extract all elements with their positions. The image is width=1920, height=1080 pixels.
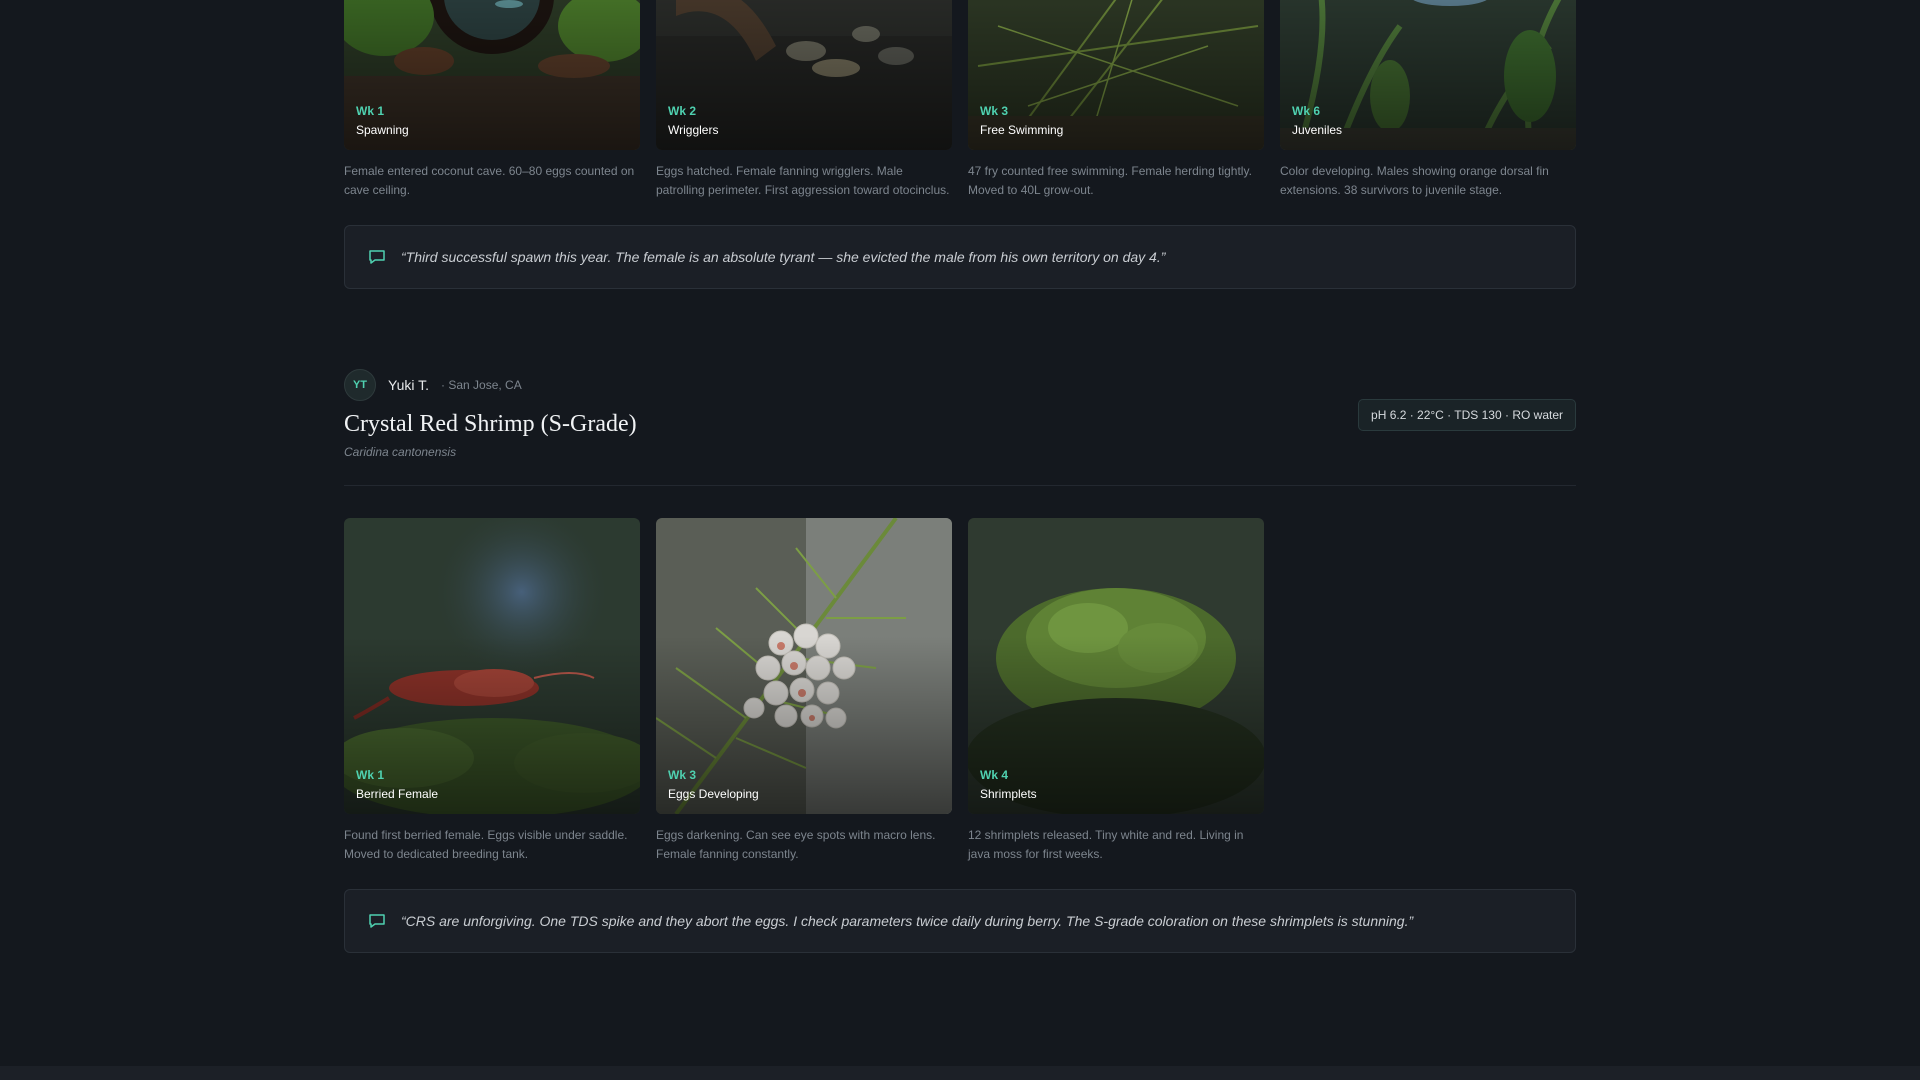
stage-photo-shrimplets[interactable]: Wk 4 Shrimplets — [968, 518, 1264, 814]
stage-week-label: Wk 1 — [356, 104, 385, 118]
breeder-note-text: “CRS are unforgiving. One TDS spike and … — [401, 913, 1414, 929]
breeder-note: “CRS are unforgiving. One TDS spike and … — [344, 889, 1576, 953]
stage-photo-wrigglers[interactable]: Wk 2 Wrigglers — [656, 0, 952, 150]
section-divider — [344, 485, 1576, 486]
stage-name: Shrimplets — [980, 787, 1037, 801]
stage-description: 12 shrimplets released. Tiny white and r… — [968, 828, 1244, 861]
stage-week-label: Wk 4 — [980, 768, 1009, 782]
author-row: YT Yuki T. · San Jose, CA — [344, 369, 522, 401]
species-title: Crystal Red Shrimp (S-Grade) — [344, 411, 637, 437]
stage-card[interactable]: Wk 2 Wrigglers Eggs hatched. Female fann… — [656, 0, 952, 200]
stage-card[interactable]: Wk 1 Berried Female Found first berried … — [344, 518, 640, 864]
stage-name: Berried Female — [356, 787, 439, 801]
author-location: · San Jose, CA — [441, 378, 522, 392]
stage-name: Juveniles — [1292, 123, 1343, 137]
author-name[interactable]: Yuki T. — [388, 377, 429, 393]
stage-name: Wrigglers — [668, 123, 719, 137]
stage-name: Spawning — [356, 123, 409, 137]
stage-name: Eggs Developing — [668, 787, 759, 801]
stage-photo-berried-female[interactable]: Wk 1 Berried Female — [344, 518, 640, 814]
stage-week-label: Wk 1 — [356, 768, 385, 782]
stage-card[interactable]: Wk 1 Spawning Female entered coconut cav… — [344, 0, 640, 200]
species-latin-name: Caridina cantonensis — [344, 445, 457, 459]
stage-name: Free Swimming — [980, 123, 1064, 137]
breeder-note: “Third successful spawn this year. The f… — [344, 225, 1576, 289]
water-parameters-badge: pH 6.2 · 22°C · TDS 130 · RO water — [1358, 399, 1576, 431]
stage-card[interactable]: Wk 4 Shrimplets 12 shrimplets released. … — [968, 518, 1264, 864]
stage-description: Eggs hatched. Female fanning wrigglers. … — [656, 164, 950, 197]
stage-photo-eggs-developing[interactable]: Wk 3 Eggs Developing — [656, 518, 952, 814]
page-footer-edge — [0, 1066, 1920, 1080]
stage-photo-free-swimming[interactable]: Wk 3 Free Swimming — [968, 0, 1264, 150]
first-species-gallery: Wk 1 Spawning Female entered coconut cav… — [344, 0, 1576, 200]
comment-icon — [369, 914, 385, 928]
stage-card[interactable]: Wk 3 Eggs Developing Eggs darkening. Can… — [656, 518, 952, 864]
stage-description: Found first berried female. Eggs visible… — [344, 828, 628, 861]
comment-icon — [369, 250, 385, 264]
stage-description: Eggs darkening. Can see eye spots with m… — [656, 828, 936, 861]
stage-photo-spawning[interactable]: Wk 1 Spawning — [344, 0, 640, 150]
stage-description: 47 fry counted free swimming. Female her… — [968, 164, 1252, 197]
stage-photo-juveniles[interactable]: Wk 6 Juveniles — [1280, 0, 1576, 150]
stage-card[interactable]: Wk 6 Juveniles Color developing. Males s… — [1280, 0, 1576, 200]
second-species-gallery: Wk 1 Berried Female Found first berried … — [344, 518, 1264, 864]
stage-week-label: Wk 3 — [668, 768, 697, 782]
stage-week-label: Wk 2 — [668, 104, 697, 118]
stage-description: Color developing. Males showing orange d… — [1280, 164, 1549, 197]
stage-week-label: Wk 6 — [1292, 104, 1321, 118]
breeder-note-text: “Third successful spawn this year. The f… — [401, 249, 1166, 265]
avatar[interactable]: YT — [344, 369, 376, 401]
stage-card[interactable]: Wk 3 Free Swimming 47 fry counted free s… — [968, 0, 1264, 200]
stage-week-label: Wk 3 — [980, 104, 1009, 118]
stage-description: Female entered coconut cave. 60–80 eggs … — [344, 164, 635, 197]
